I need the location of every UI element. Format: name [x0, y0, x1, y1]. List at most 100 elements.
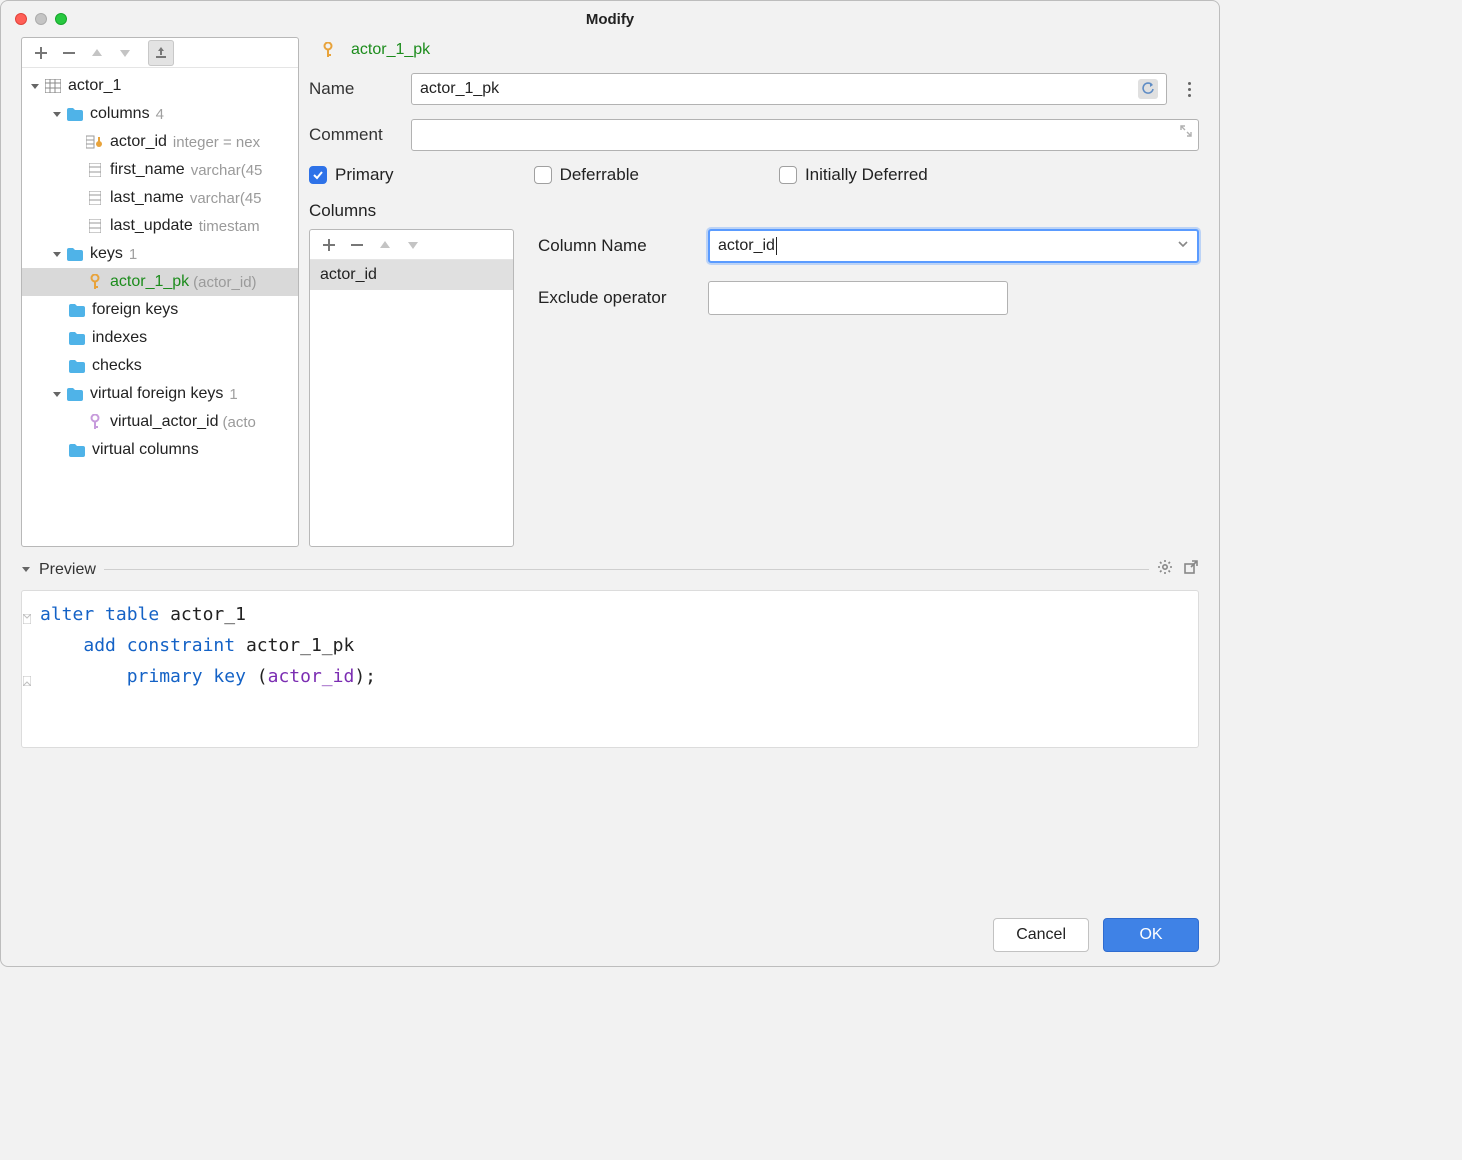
tree-row-column[interactable]: last_name varchar(45 [22, 184, 298, 212]
tree-row-foreign-keys[interactable]: foreign keys [22, 296, 298, 324]
gear-icon[interactable] [1157, 559, 1173, 580]
exclude-operator-label: Exclude operator [538, 288, 708, 308]
name-input[interactable]: actor_1_pk [411, 73, 1167, 105]
column-icon [86, 217, 104, 235]
remove-button[interactable] [56, 40, 82, 66]
tree-row-column[interactable]: actor_id integer = nex [22, 128, 298, 156]
deferrable-checkbox[interactable]: Deferrable [534, 165, 639, 185]
move-down-button[interactable] [112, 40, 138, 66]
more-options-button[interactable] [1179, 82, 1199, 97]
key-columns: (actor_id) [193, 274, 256, 291]
sql-preview[interactable]: alter table actor_1 add constraint actor… [21, 590, 1199, 748]
tree-label: keys [90, 245, 123, 263]
chevron-down-icon [50, 247, 64, 261]
folder-icon [68, 329, 86, 347]
tree-label: actor_1_pk [110, 273, 189, 291]
key-columns-list: actor_id [309, 229, 514, 547]
primary-checkbox[interactable]: Primary [309, 165, 394, 185]
folder-icon [66, 245, 84, 263]
count-badge: 1 [229, 386, 237, 403]
open-external-icon[interactable] [1183, 559, 1199, 580]
tree-row-column[interactable]: last_update timestam [22, 212, 298, 240]
minimize-window-button[interactable] [35, 13, 47, 25]
tree-label: virtual foreign keys [90, 385, 223, 403]
cancel-button[interactable]: Cancel [993, 918, 1089, 952]
move-column-up-button[interactable] [372, 232, 398, 258]
tree-row-keys-group[interactable]: keys 1 [22, 240, 298, 268]
breadcrumb: actor_1_pk [309, 41, 1199, 59]
move-up-button[interactable] [84, 40, 110, 66]
zoom-window-button[interactable] [55, 13, 67, 25]
tree-label: actor_id [110, 133, 167, 151]
tree-row-columns-group[interactable]: columns 4 [22, 100, 298, 128]
tree-label: columns [90, 105, 150, 123]
navigate-to-button[interactable] [148, 40, 174, 66]
columns-toolbar [310, 230, 513, 260]
count-badge: 1 [129, 246, 137, 263]
dialog-footer: Cancel OK [993, 918, 1199, 952]
refresh-name-icon[interactable] [1138, 79, 1158, 99]
add-column-button[interactable] [316, 232, 342, 258]
table-icon [44, 77, 62, 95]
tree-row-table[interactable]: actor_1 [22, 72, 298, 100]
chevron-down-icon[interactable] [21, 561, 31, 579]
tree-label: checks [92, 357, 142, 375]
folder-icon [66, 105, 84, 123]
columns-section-label: Columns [309, 201, 1199, 221]
gutter-marker-icon [23, 665, 31, 675]
modify-dialog: Modify actor_1 co [0, 0, 1220, 967]
ok-button[interactable]: OK [1103, 918, 1199, 952]
checkbox-label: Primary [335, 165, 394, 185]
window-title: Modify [1, 11, 1219, 28]
chevron-down-icon [50, 387, 64, 401]
checkbox-label: Initially Deferred [805, 165, 928, 185]
expand-icon[interactable] [1180, 124, 1192, 142]
column-list-item[interactable]: actor_id [310, 260, 513, 290]
object-tree-panel: actor_1 columns 4 actor_id integer = nex… [21, 37, 299, 547]
breadcrumb-name: actor_1_pk [351, 41, 430, 59]
folder-icon [68, 441, 86, 459]
tree-row-vfk-group[interactable]: virtual foreign keys 1 [22, 380, 298, 408]
move-column-down-button[interactable] [400, 232, 426, 258]
tree-row-vcolumns[interactable]: virtual columns [22, 436, 298, 464]
tree-label: last_update [110, 217, 193, 235]
divider [104, 569, 1149, 570]
tree-label: foreign keys [92, 301, 178, 319]
tree-label: indexes [92, 329, 147, 347]
comment-label: Comment [309, 125, 411, 145]
tree-row-checks[interactable]: checks [22, 352, 298, 380]
remove-column-button[interactable] [344, 232, 370, 258]
tree-row-key[interactable]: actor_1_pk (actor_id) [22, 268, 298, 296]
tree-label: virtual columns [92, 441, 199, 459]
tree-row-column[interactable]: first_name varchar(45 [22, 156, 298, 184]
tree-row-vfk[interactable]: virtual_actor_id (acto [22, 408, 298, 436]
preview-section: Preview alter table actor_1 add constrai… [1, 559, 1219, 748]
name-label: Name [309, 79, 411, 99]
tree-row-indexes[interactable]: indexes [22, 324, 298, 352]
chevron-down-icon [1177, 237, 1189, 255]
column-name-combo[interactable]: actor_id [708, 229, 1199, 263]
column-icon [86, 189, 104, 207]
chevron-down-icon [28, 79, 42, 93]
detail-panel: actor_1_pk Name actor_1_pk Comment [309, 37, 1199, 547]
folder-icon [66, 385, 84, 403]
folder-icon [68, 357, 86, 375]
name-value: actor_1_pk [420, 80, 499, 98]
object-tree[interactable]: actor_1 columns 4 actor_id integer = nex… [22, 68, 298, 546]
column-type: varchar(45 [190, 190, 262, 207]
column-list-label: actor_id [320, 266, 377, 284]
sql-text: alter table actor_1 add constraint actor… [26, 599, 1194, 692]
initially-deferred-checkbox[interactable]: Initially Deferred [779, 165, 928, 185]
checkbox-icon [779, 166, 797, 184]
add-button[interactable] [28, 40, 54, 66]
close-window-button[interactable] [15, 13, 27, 25]
tree-label: first_name [110, 161, 185, 179]
column-name-label: Column Name [538, 236, 708, 256]
comment-input[interactable] [411, 119, 1199, 151]
exclude-operator-input[interactable] [708, 281, 1008, 315]
preview-label: Preview [39, 561, 96, 579]
tree-label: last_name [110, 189, 184, 207]
key-icon [86, 273, 104, 291]
titlebar: Modify [1, 1, 1219, 37]
column-type: varchar(45 [191, 162, 263, 179]
